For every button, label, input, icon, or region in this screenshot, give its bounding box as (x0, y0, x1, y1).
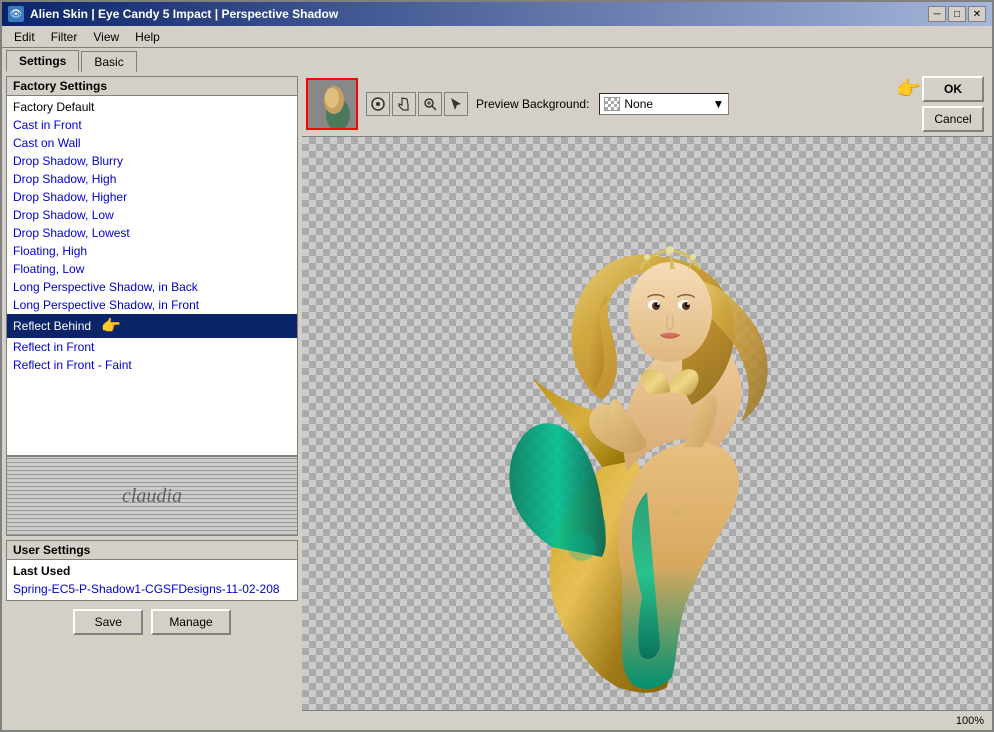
preview-bg-dropdown[interactable]: None ▼ (599, 93, 729, 115)
zoom-level: 100% (956, 715, 984, 727)
list-item-reflect-in-front[interactable]: Reflect in Front (7, 338, 297, 356)
list-item-factory-default[interactable]: Factory Default (7, 98, 297, 116)
watermark-preview: claudia (6, 456, 298, 536)
move-tool-button[interactable] (366, 92, 390, 116)
canvas-area[interactable] (302, 137, 992, 710)
menu-help[interactable]: Help (127, 28, 168, 46)
title-bar-buttons: ─ □ ✕ (928, 6, 986, 22)
maximize-button[interactable]: □ (948, 6, 966, 22)
ok-cancel-buttons: 👉OK Cancel (922, 76, 984, 132)
menu-edit[interactable]: Edit (6, 28, 43, 46)
main-content: Factory Settings Factory Default Cast in… (2, 72, 992, 730)
user-settings-header: User Settings (7, 541, 297, 560)
menu-view[interactable]: View (85, 28, 127, 46)
list-item-long-perspective-front[interactable]: Long Perspective Shadow, in Front (7, 296, 297, 314)
app-icon: 👁 (8, 6, 24, 22)
bottom-buttons: Save Manage (6, 605, 298, 639)
icon-tools (366, 92, 468, 116)
ok-label: OK (944, 82, 962, 96)
preview-bg-value: None (624, 97, 653, 111)
tab-settings[interactable]: Settings (6, 50, 79, 72)
tab-basic[interactable]: Basic (81, 51, 136, 72)
select-icon (448, 96, 464, 112)
title-bar: 👁 Alien Skin | Eye Candy 5 Impact | Pers… (2, 2, 992, 26)
last-used-value: Spring-EC5-P-Shadow1-CGSFDesigns-11-02-2… (13, 582, 291, 596)
list-item-floating-low[interactable]: Floating, Low (7, 260, 297, 278)
close-button[interactable]: ✕ (968, 6, 986, 22)
factory-settings-section: Factory Settings Factory Default Cast in… (6, 76, 298, 456)
list-item-drop-shadow-high[interactable]: Drop Shadow, High (7, 170, 297, 188)
dropdown-arrow-icon: ▼ (713, 97, 725, 111)
menu-filter[interactable]: Filter (43, 28, 86, 46)
select-tool-button[interactable] (444, 92, 468, 116)
list-item-floating-high[interactable]: Floating, High (7, 242, 297, 260)
list-item-reflect-behind[interactable]: Reflect Behind 👉 (7, 314, 297, 338)
menu-bar: Edit Filter View Help (2, 26, 992, 48)
factory-settings-list[interactable]: Factory Default Cast in Front Cast on Wa… (7, 96, 297, 455)
watermark-text: claudia (122, 485, 182, 508)
left-panel: Factory Settings Factory Default Cast in… (2, 72, 302, 730)
preview-thumbnail (306, 78, 358, 130)
save-button[interactable]: Save (73, 609, 143, 635)
right-panel: Preview Background: None ▼ 👉OK Cancel (302, 72, 992, 730)
list-item-cast-on-wall[interactable]: Cast on Wall (7, 134, 297, 152)
minimize-button[interactable]: ─ (928, 6, 946, 22)
tabs-bar: Settings Basic (2, 48, 992, 72)
status-bar: 100% (302, 710, 992, 730)
list-item-cast-in-front[interactable]: Cast in Front (7, 116, 297, 134)
main-window: 👁 Alien Skin | Eye Candy 5 Impact | Pers… (0, 0, 994, 732)
mermaid-artwork (422, 157, 942, 710)
ok-hand-cursor-icon: 👉 (896, 76, 921, 101)
hand-cursor-icon: 👉 (101, 316, 121, 336)
user-settings-content: Last Used Spring-EC5-P-Shadow1-CGSFDesig… (7, 560, 297, 600)
move-icon (370, 96, 386, 112)
factory-settings-header: Factory Settings (7, 77, 297, 96)
reflect-behind-label: Reflect Behind (13, 319, 91, 333)
hand-icon (396, 96, 412, 112)
zoom-icon (422, 96, 438, 112)
window-title: Alien Skin | Eye Candy 5 Impact | Perspe… (30, 7, 338, 21)
last-used-label: Last Used (13, 564, 291, 578)
watermark-lines: claudia (7, 457, 297, 535)
cancel-button[interactable]: Cancel (922, 106, 984, 132)
title-bar-left: 👁 Alien Skin | Eye Candy 5 Impact | Pers… (8, 6, 338, 22)
list-item-long-perspective-back[interactable]: Long Perspective Shadow, in Back (7, 278, 297, 296)
list-item-drop-shadow-low[interactable]: Drop Shadow, Low (7, 206, 297, 224)
list-item-drop-shadow-lowest[interactable]: Drop Shadow, Lowest (7, 224, 297, 242)
bg-selector: Preview Background: None ▼ (476, 93, 729, 115)
hand-tool-button[interactable] (392, 92, 416, 116)
manage-button[interactable]: Manage (151, 609, 230, 635)
list-item-drop-shadow-blurry[interactable]: Drop Shadow, Blurry (7, 152, 297, 170)
preview-header: Preview Background: None ▼ 👉OK Cancel (302, 72, 992, 137)
list-item-drop-shadow-higher[interactable]: Drop Shadow, Higher (7, 188, 297, 206)
list-item-reflect-in-front-faint[interactable]: Reflect in Front - Faint (7, 356, 297, 374)
thumbnail-svg (308, 80, 358, 130)
ok-button[interactable]: 👉OK (922, 76, 984, 102)
preview-bg-label: Preview Background: (476, 97, 589, 111)
zoom-tool-button[interactable] (418, 92, 442, 116)
user-settings-section: User Settings Last Used Spring-EC5-P-Sha… (6, 540, 298, 601)
none-checker-icon (604, 97, 620, 111)
